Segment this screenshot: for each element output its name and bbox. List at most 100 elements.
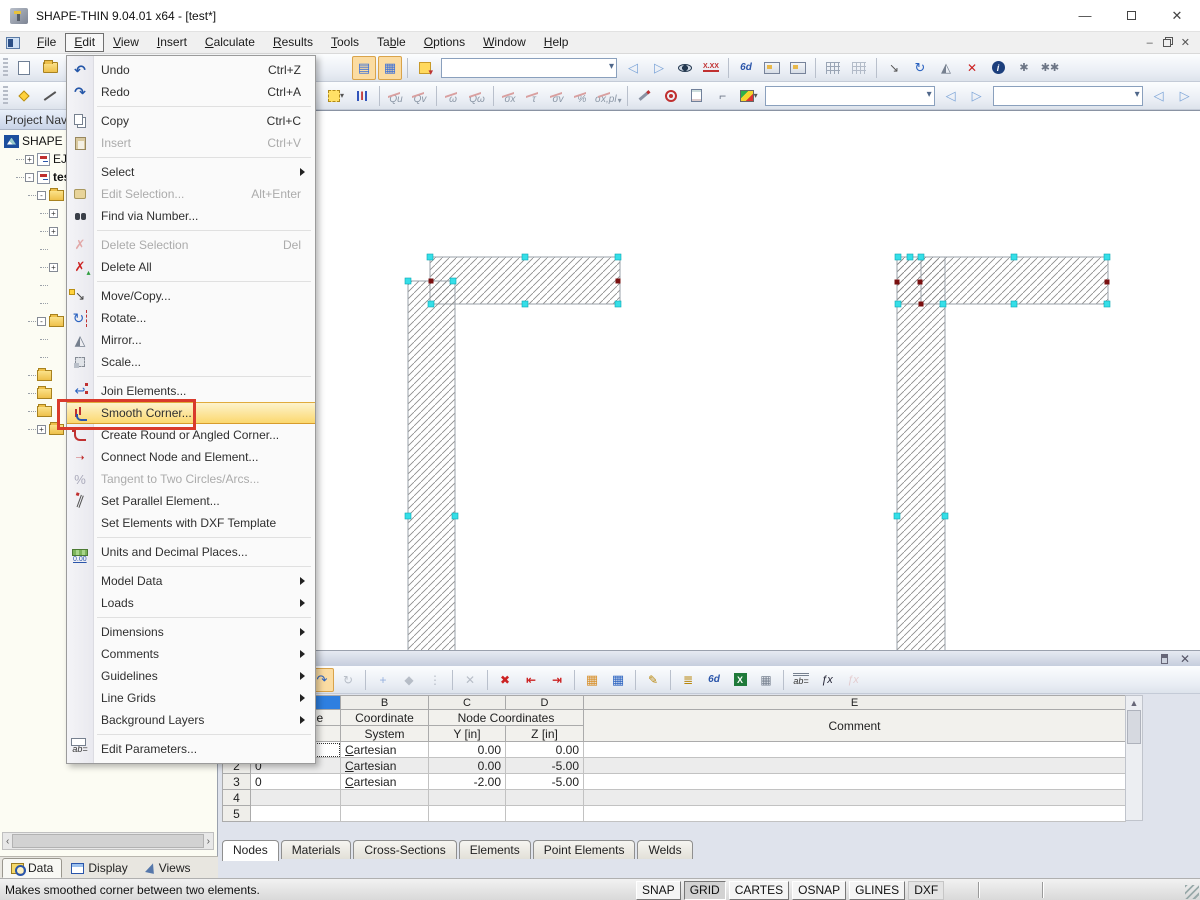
- cell-coordinate-system[interactable]: Cartesian: [340, 757, 429, 774]
- menu-item-find-via-number[interactable]: Find via Number...: [67, 205, 315, 227]
- result-qv-button[interactable]: Qv: [409, 85, 431, 107]
- status-toggle-snap[interactable]: SNAP: [636, 881, 681, 900]
- menu-item-dimensions[interactable]: Dimensions: [67, 621, 315, 643]
- move-button[interactable]: ↘: [882, 56, 906, 80]
- menu-item-loads[interactable]: Loads: [67, 592, 315, 614]
- left-t-section[interactable]: [407, 280, 456, 652]
- menu-item-rotate[interactable]: ↻ Rotate...: [67, 307, 315, 329]
- expand-icon[interactable]: +: [49, 226, 58, 236]
- menu-item-tangent-to-two-circles-arcs[interactable]: % Tangent to Two Circles/Arcs...: [67, 468, 315, 490]
- resize-grip[interactable]: [1185, 885, 1199, 899]
- cell-coordinate-system[interactable]: Cartesian: [340, 741, 429, 758]
- scroll-right-icon[interactable]: ›: [207, 836, 210, 847]
- left-t-section[interactable]: [429, 256, 621, 305]
- table-view-button[interactable]: ▦: [606, 668, 630, 692]
- new-element-button[interactable]: [38, 84, 62, 108]
- new-node-button[interactable]: [12, 84, 36, 108]
- table-edit-parameters-button[interactable]: ab=: [789, 668, 813, 692]
- result-omega-button[interactable]: ω: [442, 85, 464, 107]
- menu-item-model-data[interactable]: Model Data: [67, 570, 315, 592]
- delete-button[interactable]: ✕: [960, 56, 984, 80]
- right-t-section[interactable]: [896, 256, 946, 652]
- navigator-tab-data[interactable]: Data: [2, 858, 63, 878]
- visibility-combo[interactable]: [441, 57, 617, 78]
- node-marker[interactable]: [521, 253, 529, 261]
- insert-column-button[interactable]: ⇥: [545, 668, 569, 692]
- print-graphic-button[interactable]: [760, 56, 784, 80]
- drawing-canvas[interactable]: [218, 110, 1200, 652]
- collapse-icon[interactable]: -: [37, 316, 46, 326]
- cell-y[interactable]: 0.00: [428, 741, 506, 758]
- grid-button[interactable]: [847, 56, 871, 80]
- node-marker[interactable]: [1010, 300, 1018, 308]
- result-tau-button[interactable]: τ: [523, 85, 545, 107]
- pin-icon[interactable]: [1160, 653, 1168, 664]
- cell-comment[interactable]: [583, 805, 1126, 822]
- cell-z[interactable]: -5.00: [505, 773, 584, 790]
- maximize-button[interactable]: [1108, 0, 1154, 32]
- previous-case-button[interactable]: ◁: [939, 84, 963, 108]
- cell-z[interactable]: -5.00: [505, 757, 584, 774]
- node-marker-selected[interactable]: [428, 278, 434, 284]
- menu-item-comments[interactable]: Comments: [67, 643, 315, 665]
- clear-table-button[interactable]: ✕: [458, 668, 482, 692]
- navigator-tab-views[interactable]: Views: [137, 858, 200, 878]
- node-marker[interactable]: [906, 253, 914, 261]
- menu-item-move-copy[interactable]: ↘ Move/Copy...: [67, 285, 315, 307]
- back-button[interactable]: ◁: [621, 56, 645, 80]
- node-marker[interactable]: [941, 512, 949, 520]
- node-marker[interactable]: [1103, 300, 1111, 308]
- cell-y[interactable]: [428, 789, 506, 806]
- menu-item-mirror[interactable]: ◭ Mirror...: [67, 329, 315, 351]
- column-header-d[interactable]: D: [505, 695, 584, 710]
- node-marker[interactable]: [451, 512, 459, 520]
- node-marker-selected[interactable]: [894, 279, 900, 285]
- calculator-button[interactable]: ▦: [754, 668, 778, 692]
- toolbar-grip[interactable]: [3, 85, 8, 106]
- menu-item-copy[interactable]: Copy Ctrl+C: [67, 110, 315, 132]
- node-marker[interactable]: [894, 300, 902, 308]
- menu-window[interactable]: Window: [474, 33, 535, 52]
- result-sigma-v-button[interactable]: σv: [547, 85, 569, 107]
- new-file-button[interactable]: [12, 56, 36, 80]
- menu-edit[interactable]: Edit: [65, 33, 105, 52]
- forward-button[interactable]: ▷: [647, 56, 671, 80]
- collapse-icon[interactable]: -: [37, 190, 46, 200]
- status-toggle-dxf[interactable]: DXF: [908, 881, 945, 900]
- generate-button[interactable]: ✱✱: [1038, 56, 1062, 80]
- result-sigma-xpl-button[interactable]: σx,pl ▾: [595, 85, 622, 107]
- insert-row-button[interactable]: +: [371, 668, 395, 692]
- import-table-button[interactable]: ≣: [676, 668, 700, 692]
- mdi-document-icon[interactable]: [6, 36, 20, 49]
- cell-coordinate-system[interactable]: Cartesian: [340, 773, 429, 790]
- decimal-places-button[interactable]: X.XX: [699, 56, 723, 80]
- menu-item-set-elements-with-dxf-template[interactable]: Set Elements with DXF Template: [67, 512, 315, 534]
- table-tab-materials[interactable]: Materials: [280, 840, 352, 859]
- delete-column-button[interactable]: ⇤: [519, 668, 543, 692]
- cell-comment[interactable]: [583, 741, 1126, 758]
- menu-item-edit-selection[interactable]: Edit Selection... Alt+Enter: [67, 183, 315, 205]
- edit-comment-button[interactable]: ✎: [641, 668, 665, 692]
- column-header-b[interactable]: B: [340, 695, 429, 710]
- info-button[interactable]: i: [986, 56, 1010, 80]
- table-3d-view-button[interactable]: 6d: [702, 668, 726, 692]
- menu-item-units-and-decimal-places[interactable]: Units and Decimal Places...: [67, 541, 315, 563]
- cell-y[interactable]: -2.00: [428, 773, 506, 790]
- copy-row-button[interactable]: ◆: [397, 668, 421, 692]
- menu-results[interactable]: Results: [264, 33, 322, 52]
- view-list-button[interactable]: ▤: [352, 55, 376, 80]
- expand-icon[interactable]: +: [49, 262, 58, 272]
- cell-reference[interactable]: 0: [250, 773, 341, 790]
- menu-item-background-layers[interactable]: Background Layers: [67, 709, 315, 731]
- expand-icon[interactable]: +: [49, 208, 58, 218]
- weld-button[interactable]: [633, 84, 657, 108]
- collapse-icon[interactable]: -: [25, 172, 34, 182]
- rendering-button[interactable]: 6d: [734, 56, 758, 80]
- node-marker[interactable]: [404, 277, 412, 285]
- status-toggle-glines[interactable]: GLINES: [849, 881, 906, 900]
- snap-button[interactable]: [821, 56, 845, 80]
- cell-y[interactable]: 0.00: [428, 757, 506, 774]
- menu-item-delete-selection[interactable]: ✗ Delete Selection Del: [67, 234, 315, 256]
- navigator-tab-display[interactable]: Display: [62, 858, 136, 878]
- nodes-grid[interactable]: ABCDEReference Coordinate Node Coordinat…: [222, 695, 1126, 822]
